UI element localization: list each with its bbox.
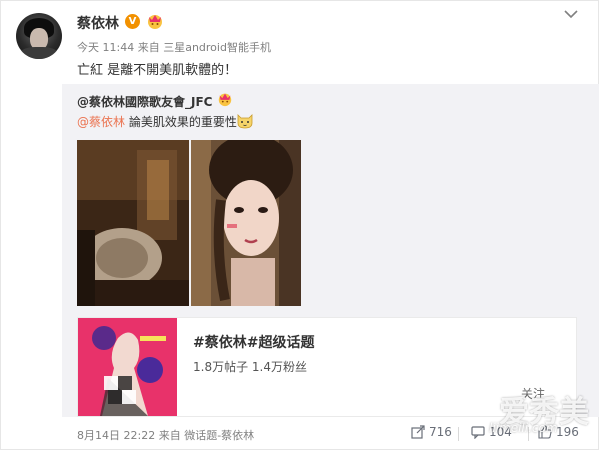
chevron-down-icon[interactable] bbox=[563, 7, 579, 21]
repost-text: @蔡依林 論美肌效果的重要性 bbox=[77, 113, 237, 130]
topic-cover-art bbox=[78, 318, 177, 416]
watermark-url: liimeili.com bbox=[489, 421, 558, 435]
photo-2-image bbox=[191, 140, 301, 306]
mention-link[interactable]: @蔡依林 bbox=[77, 115, 125, 129]
source-prefix: 来自 bbox=[137, 41, 160, 54]
original-author[interactable]: @蔡依林國際歌友會_JFC bbox=[77, 93, 212, 110]
repost-count: 716 bbox=[429, 425, 452, 439]
repost-body: 論美肌效果的重要性 bbox=[125, 115, 237, 129]
post-meta: 今天 11:44 来自 三星android智能手机 bbox=[77, 39, 271, 55]
vip-crown-icon bbox=[218, 93, 232, 107]
repost-button[interactable]: 716 bbox=[411, 425, 452, 439]
photo-1-image bbox=[77, 140, 189, 306]
author-avatar[interactable] bbox=[16, 13, 62, 59]
topic-stats: 1.8万帖子 1.4万粉丝 bbox=[193, 360, 307, 374]
verified-badge-icon: V bbox=[125, 14, 140, 29]
action-divider bbox=[458, 427, 459, 441]
post-timestamp[interactable]: 今天 11:44 bbox=[77, 41, 134, 54]
comment-icon bbox=[471, 426, 485, 439]
photo-thumbnail-1[interactable] bbox=[77, 140, 189, 306]
post-source: 三星android智能手机 bbox=[163, 41, 271, 54]
cat-face-emoji-icon bbox=[237, 114, 253, 129]
author-name[interactable]: 蔡依林 bbox=[77, 13, 119, 33]
weibo-post: 蔡依林 V 今天 11:44 来自 三星android智能手机 亡紅 是離不開美… bbox=[0, 0, 599, 450]
photo-thumbnail-2[interactable] bbox=[191, 140, 301, 306]
vip-crown-icon bbox=[148, 15, 162, 29]
footer-meta: 8月14日 22:22 来自 微话题-蔡依林 bbox=[77, 427, 254, 443]
avatar-body bbox=[20, 47, 58, 59]
footer-source: 微话题-蔡依林 bbox=[184, 429, 255, 442]
topic-cover-image bbox=[78, 318, 177, 416]
topic-title[interactable]: #蔡依林#超级话题 bbox=[193, 332, 314, 352]
footer-source-prefix: 来自 bbox=[158, 429, 181, 442]
post-text: 亡紅 是離不開美肌軟體的！ bbox=[77, 63, 238, 78]
footer-date[interactable]: 8月14日 22:22 bbox=[77, 429, 155, 442]
repost-icon bbox=[411, 425, 425, 439]
